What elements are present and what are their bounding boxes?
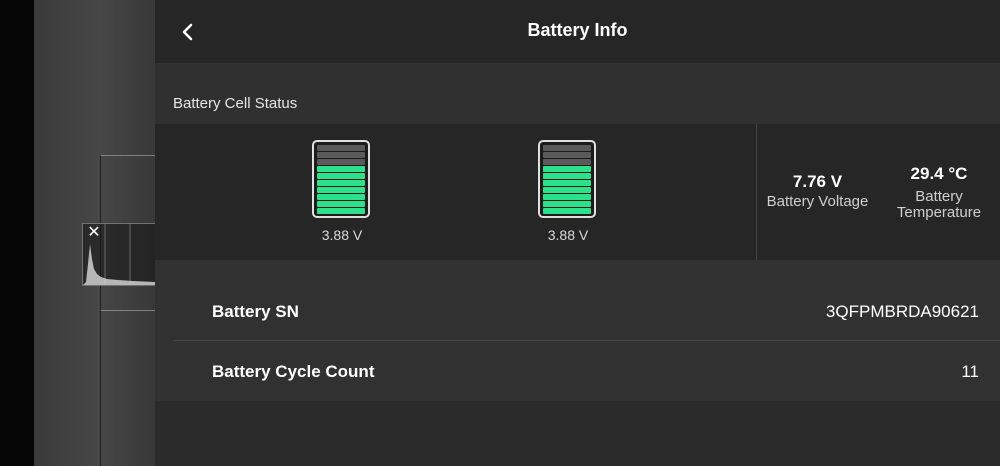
battery-cell-icon	[538, 140, 596, 218]
page-title: Battery Info	[527, 20, 628, 40]
gridline	[100, 155, 101, 466]
battery-temperature-label-2: Temperature	[896, 204, 982, 221]
battery-segment	[317, 152, 365, 158]
battery-segment	[317, 166, 365, 172]
battery-segment	[317, 201, 365, 207]
histogram-widget[interactable]: ✕	[82, 223, 155, 286]
battery-segment	[317, 194, 365, 200]
battery-info-panel: Battery Info Battery Cell Status 3.88 V …	[155, 0, 1000, 466]
battery-segment	[543, 194, 591, 200]
battery-segment	[543, 166, 591, 172]
battery-temperature-label-1: Battery	[915, 188, 963, 205]
battery-segment	[543, 180, 591, 186]
list-item-cycle-count: Battery Cycle Count 11	[173, 340, 1000, 400]
battery-segment	[543, 145, 591, 151]
battery-segment	[543, 159, 591, 165]
battery-temperature-value: 29.4 °C	[910, 164, 968, 183]
battery-sn-value: 3QFPMBRDA90621	[825, 302, 979, 321]
panel-footer	[155, 401, 1000, 466]
battery-cell-icon	[312, 140, 370, 218]
battery-segment	[317, 159, 365, 165]
battery-segment	[317, 187, 365, 193]
section-label-cell-status: Battery Cell Status	[173, 95, 298, 112]
close-icon[interactable]: ✕	[87, 225, 101, 241]
battery-cell: 3.88 V	[312, 140, 370, 243]
battery-segment	[543, 208, 591, 214]
battery-segment	[317, 180, 365, 186]
cell-status-area: 3.88 V 3.88 V 7.76 V Battery Voltage 29.…	[155, 124, 1000, 260]
battery-segment	[543, 173, 591, 179]
battery-cell: 3.88 V	[538, 140, 596, 243]
divider	[756, 124, 757, 260]
gridline	[100, 155, 155, 156]
battery-voltage-label: Battery Voltage	[766, 193, 869, 210]
cycle-count-label: Battery Cycle Count	[212, 362, 375, 381]
battery-segment	[317, 173, 365, 179]
battery-segment	[543, 187, 591, 193]
cycle-count-value: 11	[961, 362, 979, 381]
battery-segment	[543, 201, 591, 207]
cell-voltage: 3.88 V	[547, 227, 589, 243]
camera-feed-background: ✕	[0, 0, 155, 466]
gridline	[100, 310, 155, 311]
header-bar: Battery Info	[155, 0, 1000, 63]
cell-voltage: 3.88 V	[321, 227, 363, 243]
battery-voltage-stat: 7.76 V Battery Voltage	[761, 172, 874, 210]
battery-voltage-value: 7.76 V	[792, 172, 843, 191]
info-list: Battery SN 3QFPMBRDA90621 Battery Cycle …	[155, 260, 1000, 401]
divider	[173, 340, 1000, 341]
battery-sn-label: Battery SN	[212, 302, 299, 321]
battery-segment	[543, 152, 591, 158]
battery-segment	[317, 145, 365, 151]
battery-segment	[317, 208, 365, 214]
battery-temperature-stat: 29.4 °C Battery Temperature	[887, 164, 991, 221]
list-item-battery-sn: Battery SN 3QFPMBRDA90621	[173, 280, 1000, 340]
